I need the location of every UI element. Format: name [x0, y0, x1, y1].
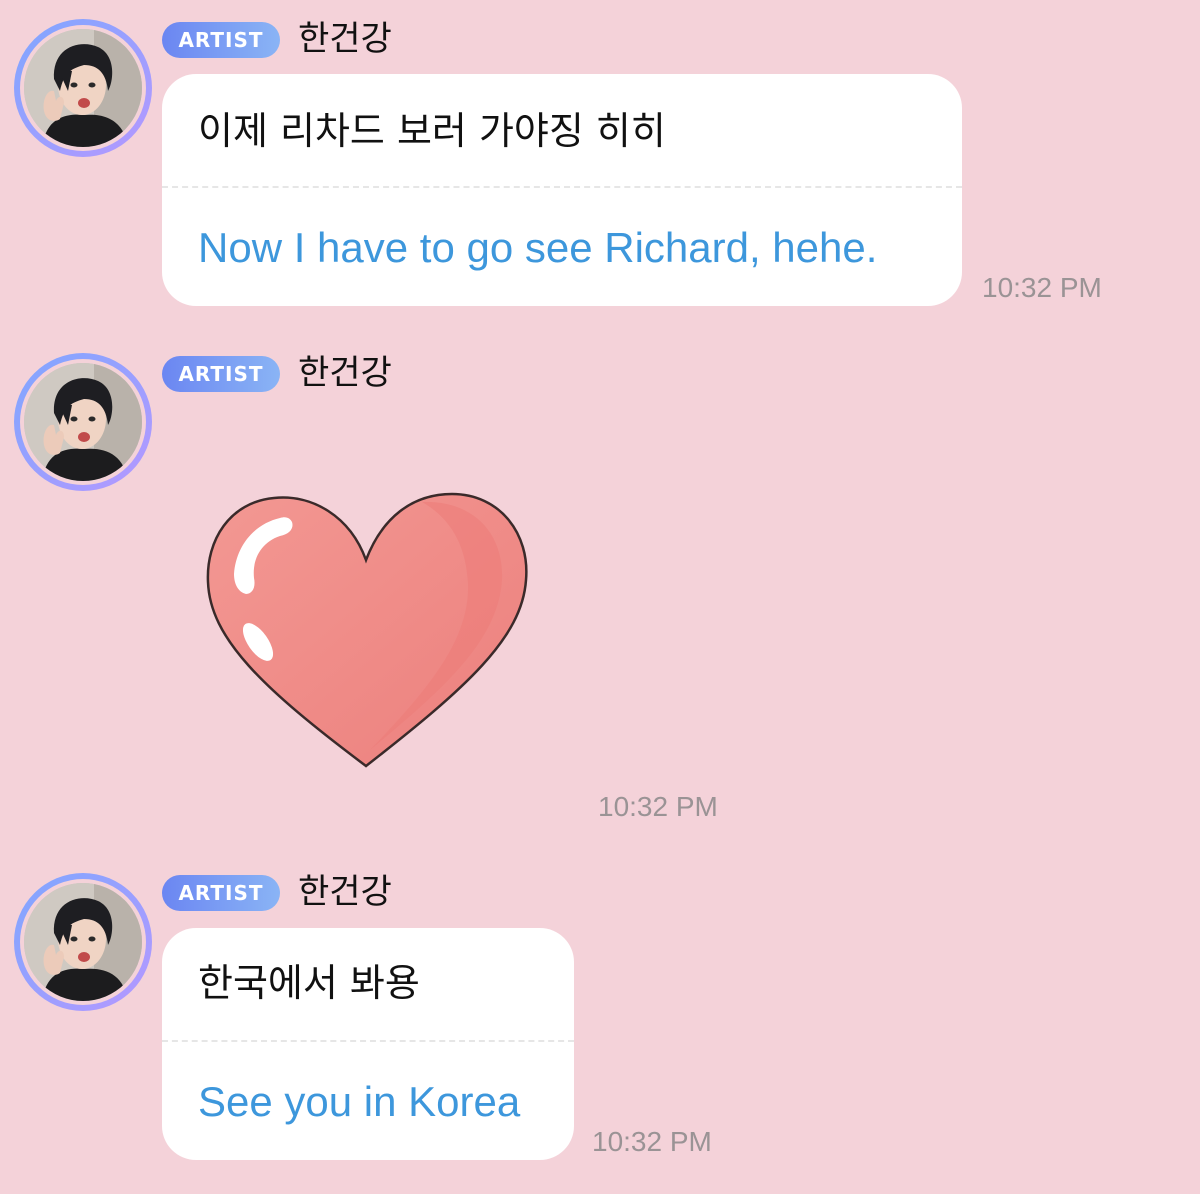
artist-badge: ARTIST: [162, 356, 280, 392]
message-bubble[interactable]: 이제 리차드 보러 가야징 히히 Now I have to go see Ri…: [162, 74, 962, 306]
avatar-photo: [24, 29, 142, 147]
artist-badge: ARTIST: [162, 22, 280, 58]
sender-name: 한건강: [298, 872, 392, 912]
message-text-korean: 이제 리차드 보러 가야징 히히: [198, 109, 666, 153]
avatar-photo: [24, 363, 142, 481]
message-text-translation: See you in Korea: [198, 1078, 521, 1125]
message-text-korean: 한국에서 봐용: [198, 961, 420, 1005]
sender-name: 한건강: [298, 353, 392, 393]
artist-avatar[interactable]: [14, 353, 152, 491]
message-bubble[interactable]: 한국에서 봐용 See you in Korea: [162, 928, 574, 1160]
message-timestamp: 10:32 PM: [982, 272, 1102, 303]
translation-divider: [162, 1040, 574, 1042]
message-text-translation: Now I have to go see Richard, hehe.: [198, 224, 878, 271]
artist-badge: ARTIST: [162, 875, 280, 911]
heart-sticker[interactable]: [200, 488, 534, 772]
artist-avatar[interactable]: [14, 19, 152, 157]
artist-avatar[interactable]: [14, 873, 152, 1011]
message-timestamp: 10:32 PM: [598, 791, 718, 822]
sender-name: 한건강: [298, 19, 392, 59]
message-timestamp: 10:32 PM: [592, 1126, 712, 1157]
avatar-photo: [24, 883, 142, 1001]
translation-divider: [162, 186, 962, 188]
